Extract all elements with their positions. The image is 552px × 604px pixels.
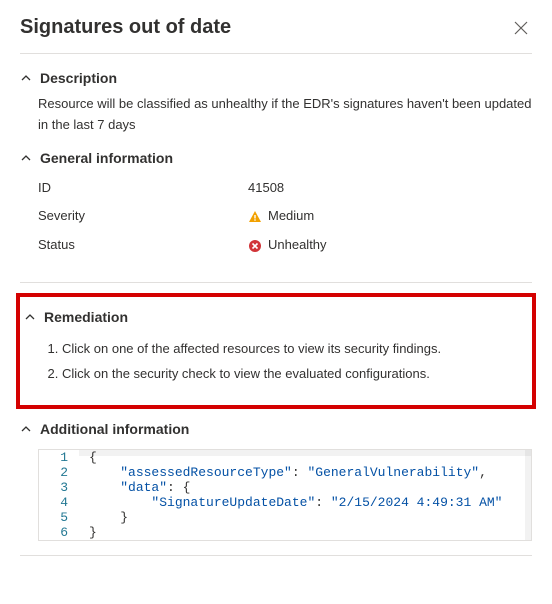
close-button[interactable] xyxy=(510,17,532,39)
remediation-steps: Click on one of the affected resources t… xyxy=(42,337,528,387)
info-value-text: Unhealthy xyxy=(268,235,327,256)
line-number: 4 xyxy=(39,495,79,510)
code-line: 5 } xyxy=(39,510,531,525)
remediation-step: Click on the security check to view the … xyxy=(62,362,528,387)
section-toggle-description[interactable]: Description xyxy=(20,64,532,92)
divider xyxy=(20,555,532,556)
line-number: 5 xyxy=(39,510,79,525)
code-line: 4 "SignatureUpdateDate": "2/15/2024 4:49… xyxy=(39,495,531,510)
code-line: 3 "data": { xyxy=(39,480,531,495)
divider xyxy=(20,282,532,283)
remediation-highlight: Remediation Click on one of the affected… xyxy=(16,293,536,409)
chevron-up-icon xyxy=(20,152,32,164)
section-title-description: Description xyxy=(40,70,117,86)
code-content: } xyxy=(79,525,97,540)
scrollbar-vertical[interactable] xyxy=(525,450,531,540)
section-title-general: General information xyxy=(40,150,173,166)
remediation-body: Click on one of the affected resources t… xyxy=(24,331,528,395)
divider xyxy=(20,53,532,54)
info-value-text: 41508 xyxy=(248,178,284,199)
section-title-additional: Additional information xyxy=(40,421,189,437)
page-title: Signatures out of date xyxy=(20,16,231,39)
code-content: "assessedResourceType": "GeneralVulnerab… xyxy=(79,465,487,480)
remediation-step: Click on one of the affected resources t… xyxy=(62,337,528,362)
info-label: Severity xyxy=(38,206,248,227)
info-value: Medium xyxy=(248,206,314,227)
section-toggle-remediation[interactable]: Remediation xyxy=(24,303,528,331)
description-body: Resource will be classified as unhealthy… xyxy=(20,92,532,144)
chevron-up-icon xyxy=(24,311,36,323)
info-row: Severity Medium xyxy=(38,202,532,231)
code-content: } xyxy=(79,510,128,525)
info-label: Status xyxy=(38,235,248,256)
general-body: ID41508SeverityMediumStatusUnhealthy xyxy=(20,172,532,268)
section-toggle-general[interactable]: General information xyxy=(20,144,532,172)
section-title-remediation: Remediation xyxy=(44,309,128,325)
code-line: 6} xyxy=(39,525,531,540)
chevron-up-icon xyxy=(20,423,32,435)
line-number: 1 xyxy=(39,450,79,465)
info-label: ID xyxy=(38,178,248,199)
warning-icon xyxy=(248,210,262,224)
close-icon xyxy=(514,21,528,35)
line-number: 6 xyxy=(39,525,79,540)
info-value: Unhealthy xyxy=(248,235,327,256)
info-value-text: Medium xyxy=(268,206,314,227)
code-viewer[interactable]: 1{2 "assessedResourceType": "GeneralVuln… xyxy=(38,449,532,541)
scrollbar-horizontal[interactable] xyxy=(79,450,531,456)
line-number: 2 xyxy=(39,465,79,480)
section-toggle-additional[interactable]: Additional information xyxy=(20,415,532,443)
code-content: "data": { xyxy=(79,480,190,495)
info-value: 41508 xyxy=(248,178,284,199)
info-row: ID41508 xyxy=(38,174,532,203)
error-icon xyxy=(248,239,262,253)
code-line: 2 "assessedResourceType": "GeneralVulner… xyxy=(39,465,531,480)
info-row: Status Unhealthy xyxy=(38,231,532,260)
line-number: 3 xyxy=(39,480,79,495)
chevron-up-icon xyxy=(20,72,32,84)
code-content: "SignatureUpdateDate": "2/15/2024 4:49:3… xyxy=(79,495,503,510)
